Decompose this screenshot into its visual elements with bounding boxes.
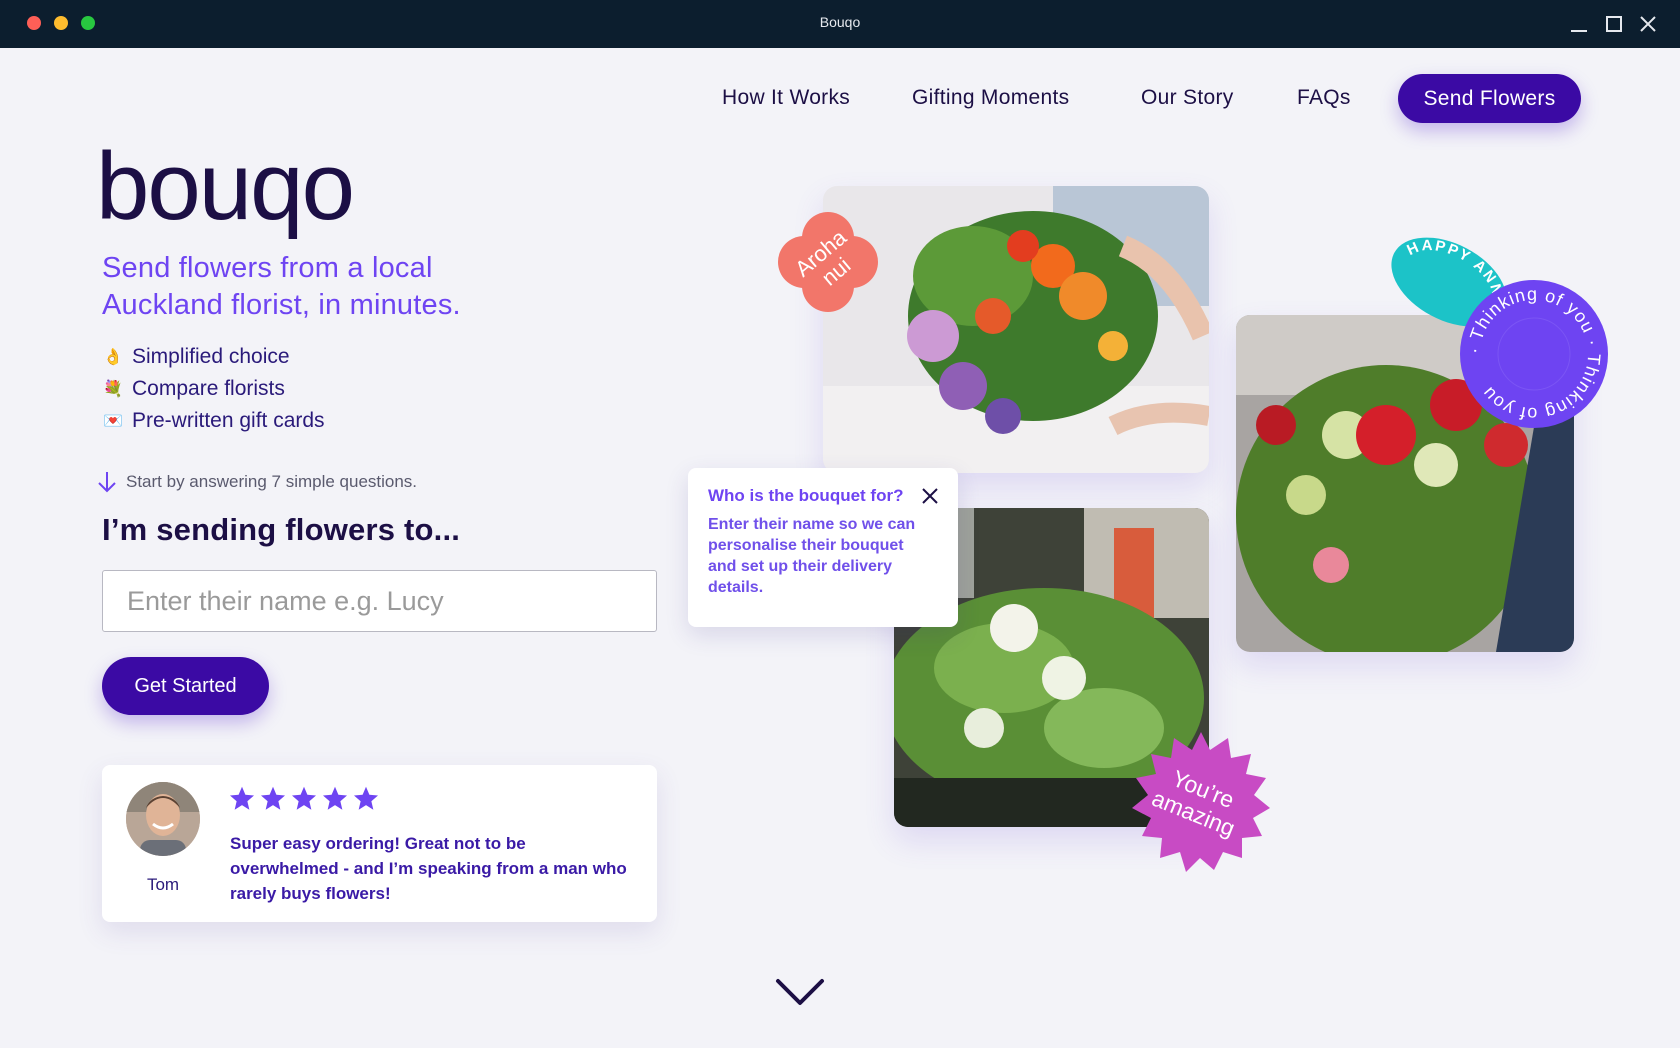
hint-text: Start by answering 7 simple questions. bbox=[126, 472, 418, 491]
benefit-item: 💌 Pre-written gift cards bbox=[102, 405, 325, 437]
window-title: Bouqo bbox=[819, 14, 861, 30]
recipient-heading: I’m sending flowers to... bbox=[102, 512, 461, 547]
get-started-button[interactable]: Get Started bbox=[102, 657, 269, 715]
star-icon bbox=[353, 786, 379, 810]
aroha-nui-sticker: Aroha nui bbox=[770, 204, 886, 320]
star-icon bbox=[322, 786, 348, 810]
star-icon bbox=[229, 786, 255, 810]
reviewer-name: Tom bbox=[146, 875, 180, 894]
nav-our-story[interactable]: Our Story bbox=[1141, 86, 1234, 110]
benefit-text: Compare florists bbox=[132, 377, 285, 400]
avatar bbox=[126, 782, 200, 856]
close-icon[interactable] bbox=[1636, 12, 1660, 36]
close-icon[interactable] bbox=[920, 486, 940, 506]
bouquet-icon: 💐 bbox=[103, 381, 123, 398]
arrow-down-icon bbox=[98, 472, 116, 493]
recipient-name-input[interactable] bbox=[102, 570, 657, 632]
star-icon bbox=[291, 786, 317, 810]
ok-hand-icon: 👌 bbox=[103, 349, 123, 366]
thinking-of-you-sticker: · Thinking of you · Thinking of you bbox=[1458, 278, 1610, 430]
nav-gifting-moments[interactable]: Gifting Moments bbox=[912, 86, 1069, 110]
minimize-icon[interactable] bbox=[1567, 12, 1591, 36]
window-titlebar: Bouqo bbox=[0, 0, 1680, 48]
send-flowers-button[interactable]: Send Flowers bbox=[1398, 74, 1581, 123]
benefits-list: 👌 Simplified choice 💐 Compare florists 💌… bbox=[102, 341, 325, 437]
love-letter-icon: 💌 bbox=[103, 413, 123, 430]
review-text: Super easy ordering! Great not to be ove… bbox=[230, 834, 627, 903]
chevron-down-icon[interactable] bbox=[775, 975, 825, 1009]
maximize-icon[interactable] bbox=[1602, 12, 1626, 36]
recipient-tooltip: Who is the bouquet for? Enter their name… bbox=[688, 468, 958, 627]
questions-hint: Start by answering 7 simple questions. bbox=[96, 470, 417, 494]
review-card: Tom Super easy ordering! Great not to be… bbox=[102, 765, 657, 922]
youre-amazing-sticker: You’re amazing bbox=[1118, 728, 1272, 874]
nav-how-it-works[interactable]: How It Works bbox=[722, 86, 850, 110]
tooltip-text: Enter their name so we can personalise t… bbox=[708, 516, 916, 596]
benefit-item: 💐 Compare florists bbox=[102, 373, 325, 405]
benefit-text: Simplified choice bbox=[132, 345, 290, 368]
star-rating bbox=[228, 785, 380, 813]
nav-faqs[interactable]: FAQs bbox=[1297, 86, 1351, 110]
hero-tagline: Send flowers from a local Auckland flori… bbox=[102, 252, 461, 321]
benefit-item: 👌 Simplified choice bbox=[102, 341, 325, 373]
bouqo-logo[interactable]: bouqo bbox=[96, 132, 355, 242]
tooltip-question: Who is the bouquet for? bbox=[708, 486, 904, 505]
benefit-text: Pre-written gift cards bbox=[132, 409, 325, 432]
star-icon bbox=[260, 786, 286, 810]
